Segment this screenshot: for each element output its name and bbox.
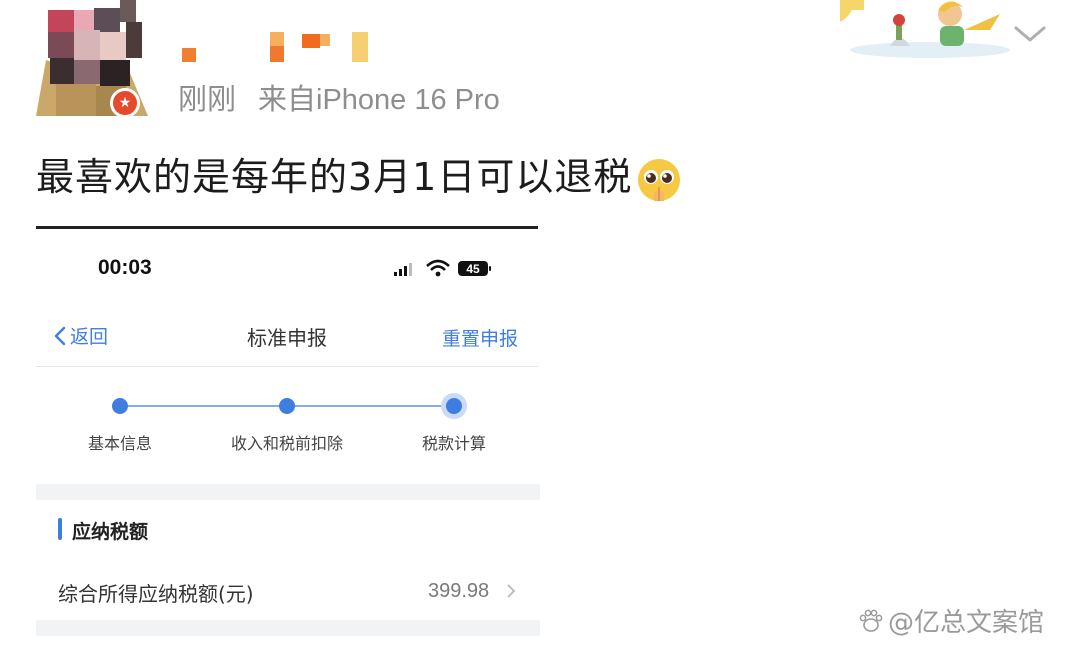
- section-separator-2: [36, 620, 540, 636]
- post-meta: 刚刚 来自iPhone 16 Pro: [178, 76, 500, 118]
- step-indicator: 基本信息 收入和税前扣除 税款计算: [36, 386, 538, 466]
- step-dot-2: [279, 398, 295, 414]
- tax-row-label[interactable]: 综合所得应纳税额(元): [58, 578, 254, 607]
- username-obscured[interactable]: [180, 30, 370, 64]
- nav-divider: [36, 366, 538, 367]
- post-text-content: 最喜欢的是每年的3月1日可以退税: [36, 155, 633, 199]
- status-time: 00:03: [98, 256, 152, 279]
- battery-icon: 45: [458, 261, 491, 276]
- verified-badge-icon: ★: [110, 88, 140, 118]
- step-dot-1: [112, 398, 128, 414]
- pleading-face-emoji-icon: [636, 157, 682, 203]
- watermark-text: @亿总文案馆: [888, 608, 1045, 638]
- tax-row-value[interactable]: 399.98: [428, 580, 489, 603]
- section-title: 应纳税额: [72, 521, 149, 543]
- status-icons: 45: [394, 258, 494, 280]
- step-label-1: 基本信息: [87, 434, 153, 453]
- post-source: 来自iPhone 16 Pro: [258, 84, 500, 116]
- watermark: @亿总文案馆: [858, 602, 1044, 639]
- decorative-sticker-icon: [806, 0, 1010, 60]
- reset-declaration-button[interactable]: 重置申报: [442, 324, 518, 351]
- chevron-right-icon[interactable]: [506, 582, 516, 600]
- chevron-down-icon[interactable]: [1012, 22, 1048, 46]
- signal-icon: [394, 263, 412, 276]
- divider-line: [36, 226, 538, 229]
- wifi-icon: [426, 259, 450, 277]
- paw-icon: [859, 609, 883, 632]
- battery-level: 45: [466, 262, 480, 276]
- step-dot-3: [446, 398, 462, 414]
- embedded-screenshot: 00:03 45 返回 标准申报 重置申报 基本信息 收入和税前扣除 税款计算 …: [36, 226, 540, 658]
- section-separator: [36, 484, 540, 500]
- section-accent-bar: [58, 518, 62, 540]
- post-time: 刚刚: [178, 84, 237, 116]
- post-text: 最喜欢的是每年的3月1日可以退税: [36, 146, 682, 203]
- step-label-2: 收入和税前扣除: [230, 434, 344, 453]
- step-label-3: 税款计算: [421, 434, 487, 453]
